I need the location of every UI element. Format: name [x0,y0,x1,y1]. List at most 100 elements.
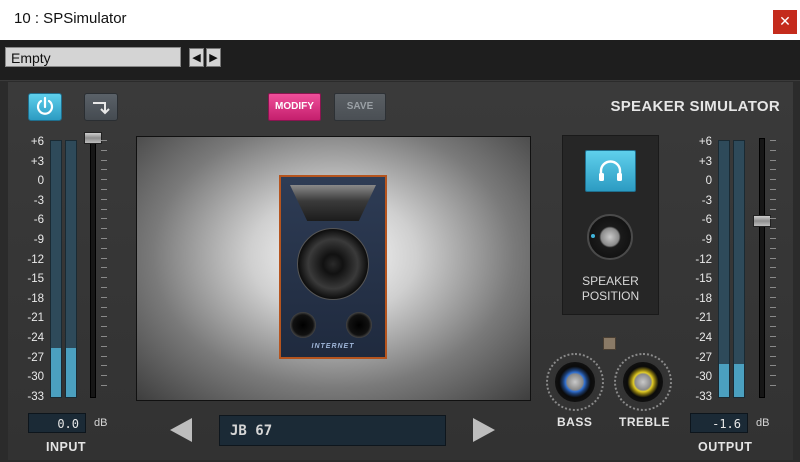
fader-tick-mark [101,228,107,230]
fader-tick-mark [770,159,776,161]
db-scale-tick: +3 [698,155,712,168]
fader-tick-mark [770,316,776,318]
speaker-position-label: SPEAKER POSITION [562,274,659,304]
output-scale: +6 +3 0 -3 -6 -9 -12 -15 -18 -21 -24 -27 -30 -33 [682,136,712,410]
fader-tick-mark [770,247,776,249]
db-scale-tick: -18 [27,292,44,305]
speaker-port-right [346,312,372,338]
fader-tick-mark [101,267,107,269]
speaker-model-selector[interactable]: JB 67 [219,415,446,446]
headphones-button[interactable] [585,150,636,192]
fader-tick-mark [101,316,107,318]
preset-next-button[interactable]: ▶ [206,48,221,67]
db-scale-tick: -24 [27,331,44,344]
db-scale-tick: -33 [695,390,712,403]
speaker-port-left [290,312,316,338]
input-fader-track[interactable] [90,138,96,398]
fader-tick-mark [101,345,107,347]
fader-tick-mark [101,355,107,357]
db-scale-tick: -15 [27,273,44,286]
status-led [603,337,616,350]
input-scale: +6 +3 0 -3 -6 -9 -12 -15 -18 -21 -24 -27 -30 -33 [14,136,44,410]
output-unit-label: dB [756,417,770,429]
fader-tick-mark [101,237,107,239]
db-scale-tick: -27 [27,351,44,364]
db-scale-tick: -21 [695,312,712,325]
next-model-button[interactable] [473,418,495,442]
db-scale-tick: +3 [30,155,44,168]
fader-tick-mark [101,296,107,298]
db-scale-tick: -27 [695,351,712,364]
fader-tick-mark [101,149,107,151]
db-scale-tick: -33 [27,390,44,403]
preset-prev-button[interactable]: ◀ [189,48,204,67]
db-scale-tick: -30 [695,371,712,384]
db-scale-tick: -30 [27,371,44,384]
output-fader-track[interactable] [759,138,765,398]
treble-knob[interactable] [621,360,665,404]
fader-tick-mark [770,228,776,230]
db-scale-tick: -9 [701,233,712,246]
preset-bar: Empty ◀ ▶ [0,40,800,81]
bass-knob[interactable] [553,360,597,404]
fader-tick-mark [770,188,776,190]
input-meter-left-fill [51,348,61,397]
output-meter-right [733,140,745,398]
fader-tick-mark [770,286,776,288]
fader-tick-mark [101,306,107,308]
db-scale-tick: +6 [698,136,712,148]
prev-model-button[interactable] [170,418,192,442]
close-icon: ✕ [779,14,791,30]
fader-tick-mark [101,208,107,210]
db-scale-tick: -24 [695,331,712,344]
position-knob-indicator [591,234,595,238]
fader-tick-mark [770,384,776,386]
fader-tick-mark [770,296,776,298]
fader-tick-mark [101,286,107,288]
db-scale-tick: +6 [30,136,44,148]
preset-selector[interactable]: Empty [5,47,181,67]
input-gain-readout[interactable]: 0.0 [28,413,86,433]
db-scale-tick: 0 [37,175,44,188]
modify-button[interactable]: MODIFY [268,93,321,121]
output-meter-left-fill [719,363,729,397]
db-scale-tick: -15 [695,273,712,286]
bypass-button[interactable] [84,93,118,121]
close-button[interactable]: ✕ [773,10,797,34]
fader-tick-mark [101,159,107,161]
position-label-line2: POSITION [581,289,640,303]
db-scale-tick: -21 [27,312,44,325]
fader-tick-mark [101,188,107,190]
fader-tick-mark [101,365,107,367]
output-fader-handle[interactable] [753,215,771,227]
treble-label: TREBLE [619,415,670,429]
power-icon [36,96,54,115]
output-label: OUTPUT [698,440,753,454]
output-gain-readout[interactable]: -1.6 [690,413,748,433]
fader-tick-mark [101,169,107,171]
power-button[interactable] [28,93,62,121]
fader-tick-mark [770,237,776,239]
input-label: INPUT [46,440,86,454]
fader-tick-mark [101,326,107,328]
window-title: 10 : SPSimulator [14,10,127,27]
db-scale-tick: -6 [701,214,712,227]
output-meter-left [718,140,730,398]
bass-label: BASS [557,415,593,429]
fader-tick-mark [101,257,107,259]
fader-tick-mark [101,335,107,337]
headphones-icon [599,160,622,181]
fader-tick-mark [101,218,107,220]
db-scale-tick: -3 [33,194,44,207]
fader-tick-mark [770,179,776,181]
fader-tick-mark [770,306,776,308]
output-meter-right-fill [734,363,744,397]
input-meter-left [50,140,62,398]
save-button[interactable]: SAVE [334,93,386,121]
input-fader-handle[interactable] [84,132,102,144]
fader-tick-mark [770,208,776,210]
fader-tick-mark [770,375,776,377]
fader-tick-mark [101,140,107,141]
fader-tick-mark [770,335,776,337]
fader-tick-mark [770,198,776,200]
